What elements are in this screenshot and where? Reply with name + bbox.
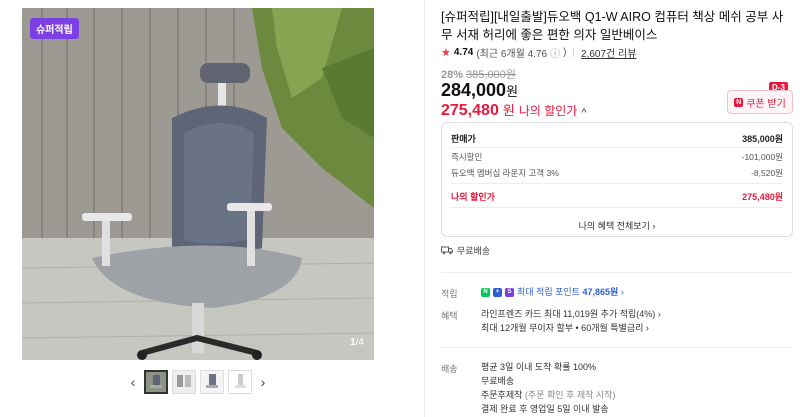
image-counter: 1/4 [350,337,364,348]
truck-icon [441,246,453,255]
plus-icon: + [493,287,502,297]
delivery-ship-time: 결제 완료 후 영업일 5일 이내 발송 [481,404,609,414]
installment-benefit-link[interactable]: 최대 12개월 무이자 할부 • 60개월 특별금리 › [481,321,661,335]
thumbnail-4[interactable] [228,370,252,394]
breakdown-divider [451,207,783,208]
delivery-details: 평균 3일 이내 도착 확률 100% 무료배송 주문후제작 (주문 확인 후 … [481,360,615,416]
chevron-up-icon: ^ [581,107,587,117]
super-point-badge: 슈퍼적립 [30,18,79,39]
review-count-link[interactable]: 2,607건 리뷰 [581,45,636,60]
info-icon[interactable]: ⓘ [550,45,560,60]
delivery-arrival-rate: 평균 3일 이내 도착 확률 100% [481,362,597,372]
star-icon: ★ [441,47,451,59]
naverpay-icon: N [481,287,490,297]
thumbnail-3[interactable] [200,370,224,394]
rating-row: ★ 4.74 (최근 6개월 4.76 ⓘ) | 2,607건 리뷰 [441,45,637,60]
benefit-details: 라인프렌즈 카드 최대 11,019원 추가 적립(4%) › 최대 12개월 … [481,307,661,335]
card-benefit-link[interactable]: 라인프렌즈 카드 최대 11,019원 추가 적립(4%) › [481,307,661,321]
product-title: [슈퍼적립][내일출발]듀오백 Q1-W AIRO 컴퓨터 책상 메쉬 공부 사… [441,10,784,42]
breakdown-row-my-price: 나의 할인가 275,480원 [451,192,783,202]
rating-recent: (최근 6개월 4.76 [476,49,548,60]
breakdown-divider [451,147,783,148]
my-discount-price[interactable]: 275,480 원 나의 할인가 ^ [441,100,587,120]
coupon-label: 쿠폰 받기 [746,98,786,110]
max-point-text: 최대 적립 포인트 47,865원 › [517,287,624,297]
rating-score: 4.74 [453,47,474,58]
breakdown-row: 즉시할인 -101,000원 [451,152,783,162]
point-row[interactable]: N + S 최대 적립 포인트 47,865원 › [481,285,624,299]
delivery-made-to-order: 주문후제작 (주문 확인 후 제작 시작) [481,390,616,400]
super-icon: S [505,287,514,297]
delivery-label: 배송 [441,364,458,374]
my-price-value: 275,480 [441,102,499,119]
benefit-label: 혜택 [441,311,458,321]
panel-divider [424,0,425,417]
thumbnail-prev-arrow-icon[interactable]: ‹ [126,370,140,394]
price-breakdown-box: 판매가 385,000원 즉시할인 -101,000원 듀오백 멤버십 라운지 고객… [441,122,793,237]
breakdown-row-head: 판매가 385,000원 [451,134,783,144]
section-divider [441,347,793,348]
delivery-free: 무료배송 [481,376,515,386]
rating-separator: | [572,47,576,58]
coupon-button[interactable]: N 쿠폰 받기 [727,90,793,114]
sale-price: 284,000원 [441,80,519,100]
breakdown-divider [451,183,783,184]
breakdown-row: 듀오백 멤버십 라운지 고객 3% -8,520원 [451,168,783,178]
point-label: 적립 [441,289,458,299]
view-all-benefits-link[interactable]: 나의 혜택 전체보기 › [442,219,792,232]
main-product-image[interactable]: 슈퍼적립 1/4 [22,8,374,360]
chair-photo [22,8,374,360]
thumbnail-strip: ‹ › [126,369,270,395]
naver-coupon-icon: N [734,97,744,107]
section-divider [441,272,793,273]
thumbnail-2[interactable] [172,370,196,394]
thumbnail-next-arrow-icon[interactable]: › [256,370,270,394]
my-price-label: 나의 할인가 [518,104,578,118]
thumbnail-1[interactable] [144,370,168,394]
free-shipping-row: 무료배송 [441,244,490,257]
